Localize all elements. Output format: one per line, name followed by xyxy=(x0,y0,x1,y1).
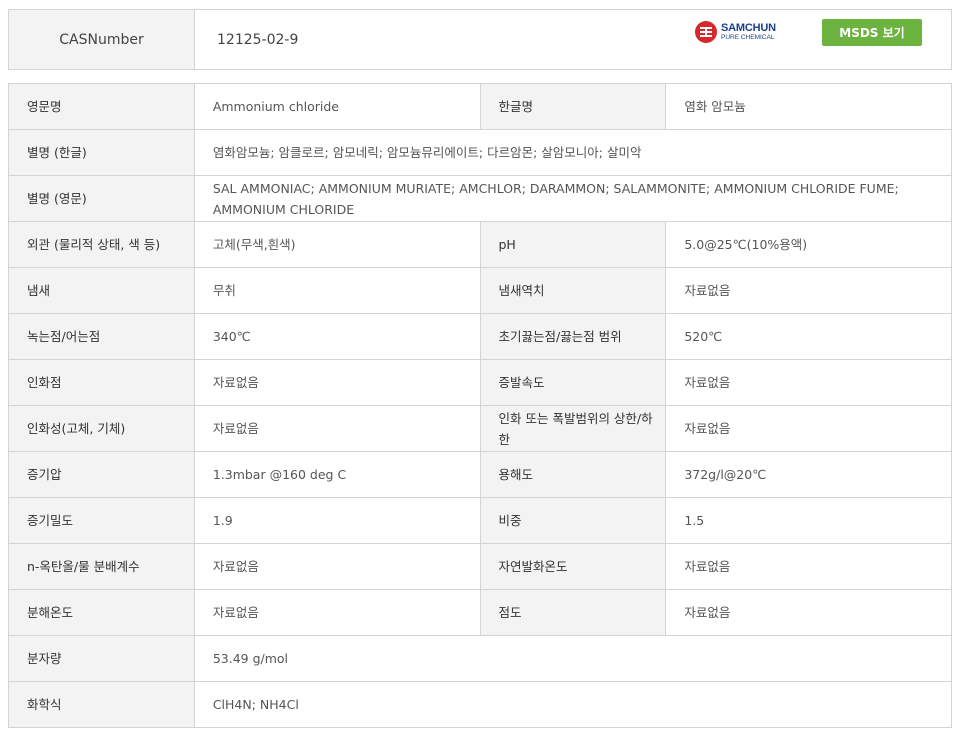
table-row: 분해온도 자료없음 점도 자료없음 xyxy=(9,590,952,636)
table-row: 증기밀도 1.9 비중 1.5 xyxy=(9,498,952,544)
table-row: 별명 (한글) 염화암모늄; 암클로르; 암모네릭; 암모늄뮤리에이트; 다르암… xyxy=(9,130,952,176)
table-row: 외관 (물리적 상태, 색 등) 고체(무색,흰색) pH 5.0@25℃(10… xyxy=(9,222,952,268)
property-value: 자료없음 xyxy=(666,360,952,406)
property-label: 영문명 xyxy=(9,84,195,130)
property-label: 용해도 xyxy=(480,452,667,498)
brand-subtitle: PURE CHEMICAL xyxy=(721,33,775,41)
property-label: 증발속도 xyxy=(480,360,667,406)
property-label: 분해온도 xyxy=(9,590,195,636)
table-row: 인화성(고체, 기체) 자료없음 인화 또는 폭발범위의 상한/하한 자료없음 xyxy=(9,406,952,452)
property-label: 증기압 xyxy=(9,452,195,498)
property-label: n-옥탄올/물 분배계수 xyxy=(9,544,195,590)
property-value: SAL AMMONIAC; AMMONIUM MURIATE; AMCHLOR;… xyxy=(194,176,952,222)
property-label: 자연발화온도 xyxy=(480,544,667,590)
samchun-logo: SAMCHUN PURE CHEMICAL xyxy=(695,20,776,44)
property-label: 인화성(고체, 기체) xyxy=(9,406,195,452)
property-value: 53.49 g/mol xyxy=(194,636,952,682)
property-value: 자료없음 xyxy=(666,544,952,590)
property-label: 분자량 xyxy=(9,636,195,682)
msds-view-button[interactable]: MSDS 보기 xyxy=(822,19,922,46)
property-label: 냄새역치 xyxy=(480,268,667,314)
table-row: 별명 (영문) SAL AMMONIAC; AMMONIUM MURIATE; … xyxy=(9,176,952,222)
cas-number-label: CASNumber xyxy=(9,10,195,69)
property-label: 화학식 xyxy=(9,682,195,728)
property-value: ClH4N; NH4Cl xyxy=(194,682,952,728)
table-row: n-옥탄올/물 분배계수 자료없음 자연발화온도 자료없음 xyxy=(9,544,952,590)
property-label: 외관 (물리적 상태, 색 등) xyxy=(9,222,195,268)
property-value: 5.0@25℃(10%용액) xyxy=(666,222,952,268)
table-row: 화학식 ClH4N; NH4Cl xyxy=(9,682,952,728)
property-label: 증기밀도 xyxy=(9,498,195,544)
property-value: 염화암모늄; 암클로르; 암모네릭; 암모늄뮤리에이트; 다르암몬; 살암모니아… xyxy=(194,130,952,176)
property-value: 자료없음 xyxy=(666,268,952,314)
property-label: 녹는점/어는점 xyxy=(9,314,195,360)
property-value: 무취 xyxy=(194,268,481,314)
property-value: 520℃ xyxy=(666,314,952,360)
property-label: 점도 xyxy=(480,590,667,636)
property-value: 자료없음 xyxy=(194,544,481,590)
property-label: 인화 또는 폭발범위의 상한/하한 xyxy=(480,406,667,452)
property-label: 한글명 xyxy=(480,84,667,130)
property-value: 자료없음 xyxy=(194,406,481,452)
brand-name: SAMCHUN xyxy=(721,21,776,34)
table-row: 녹는점/어는점 340℃ 초기끓는점/끓는점 범위 520℃ xyxy=(9,314,952,360)
property-value: 염화 암모늄 xyxy=(666,84,952,130)
property-value: 1.9 xyxy=(194,498,481,544)
property-value: Ammonium chloride xyxy=(194,84,481,130)
property-label: 인화점 xyxy=(9,360,195,406)
property-value: 자료없음 xyxy=(194,590,481,636)
property-value: 자료없음 xyxy=(666,406,952,452)
property-label: 초기끓는점/끓는점 범위 xyxy=(480,314,667,360)
property-label: 비중 xyxy=(480,498,667,544)
property-value: 340℃ xyxy=(194,314,481,360)
table-row: 냄새 무취 냄새역치 자료없음 xyxy=(9,268,952,314)
samchun-logo-icon xyxy=(695,21,717,43)
property-label: 냄새 xyxy=(9,268,195,314)
cas-number-box: CASNumber 12125-02-9 xyxy=(8,9,952,70)
table-row: 분자량 53.49 g/mol xyxy=(9,636,952,682)
property-value: 자료없음 xyxy=(194,360,481,406)
property-value: 고체(무색,흰색) xyxy=(194,222,481,268)
property-value: 자료없음 xyxy=(666,590,952,636)
table-row: 영문명 Ammonium chloride 한글명 염화 암모늄 xyxy=(9,84,952,130)
property-value: 1.5 xyxy=(666,498,952,544)
property-label: 별명 (한글) xyxy=(9,130,195,176)
table-row: 증기압 1.3mbar @160 deg C 용해도 372g/l@20℃ xyxy=(9,452,952,498)
properties-table: 영문명 Ammonium chloride 한글명 염화 암모늄 별명 (한글)… xyxy=(8,83,952,728)
property-value: 372g/l@20℃ xyxy=(666,452,952,498)
property-label: pH xyxy=(480,222,667,268)
property-label: 별명 (영문) xyxy=(9,176,195,222)
table-row: 인화점 자료없음 증발속도 자료없음 xyxy=(9,360,952,406)
property-value: 1.3mbar @160 deg C xyxy=(194,452,481,498)
